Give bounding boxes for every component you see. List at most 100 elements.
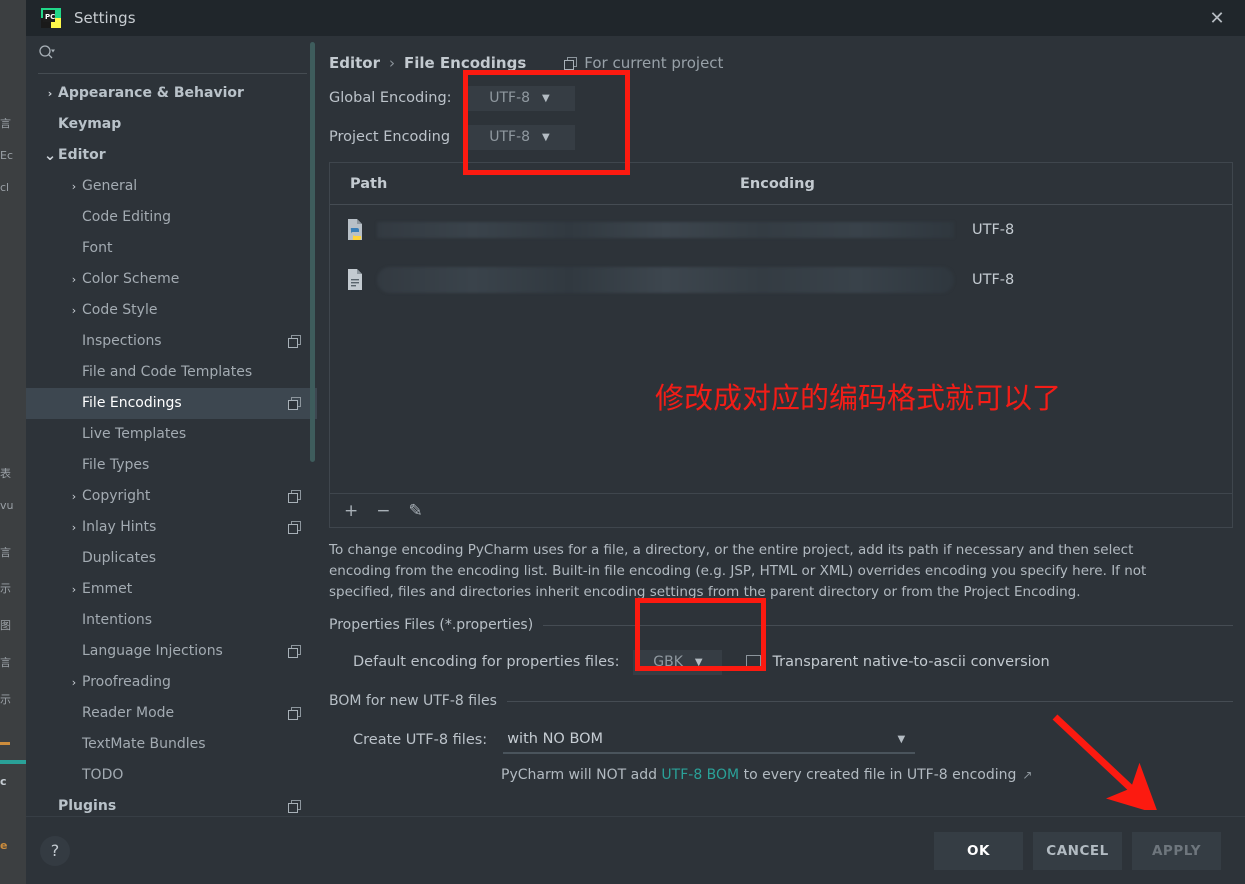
- table-header-row: Path Encoding: [330, 163, 1232, 205]
- external-link-icon[interactable]: ↗: [1022, 768, 1032, 782]
- chevron-right-icon[interactable]: ›: [66, 676, 82, 689]
- copy-settings-icon[interactable]: [288, 799, 301, 813]
- sidebar-item-code-editing[interactable]: Code Editing: [26, 202, 317, 233]
- sidebar-item-label: Intentions: [82, 612, 153, 629]
- properties-encoding-combobox[interactable]: GBK ▼: [633, 649, 723, 675]
- pycharm-logo-icon: PC: [40, 7, 62, 29]
- scope-indicator[interactable]: For current project: [564, 54, 723, 72]
- column-header-path[interactable]: Path: [330, 176, 740, 192]
- column-header-encoding[interactable]: Encoding: [740, 176, 815, 192]
- global-encoding-combobox[interactable]: UTF-8 ▼: [464, 85, 575, 111]
- properties-files-group: Properties Files (*.properties) Default …: [329, 617, 1233, 679]
- sidebar-item-color-scheme[interactable]: › Color Scheme: [26, 264, 317, 295]
- search-icon: [38, 44, 55, 65]
- search-input[interactable]: [63, 47, 283, 63]
- chevron-right-icon[interactable]: ›: [66, 180, 82, 193]
- sidebar-item-reader-mode[interactable]: Reader Mode: [26, 698, 317, 729]
- breadcrumb: Editor › File Encodings For current proj…: [329, 52, 1245, 74]
- python-file-icon: [345, 218, 367, 242]
- sidebar-item-inlay-hints[interactable]: › Inlay Hints: [26, 512, 317, 543]
- bom-group: BOM for new UTF-8 files Create UTF-8 fil…: [329, 693, 1233, 783]
- sidebar-item-keymap[interactable]: Keymap: [26, 109, 317, 140]
- sidebar-item-file-and-code-templates[interactable]: File and Code Templates: [26, 357, 317, 388]
- chevron-right-icon[interactable]: ›: [66, 304, 82, 317]
- bg-fragment: 示: [0, 694, 11, 706]
- create-utf8-files-combobox[interactable]: with NO BOM ▼: [503, 726, 916, 754]
- copy-settings-icon[interactable]: [288, 644, 301, 658]
- sidebar-item-label: Appearance & Behavior: [58, 85, 244, 102]
- breadcrumb-parent[interactable]: Editor: [329, 54, 380, 72]
- help-button[interactable]: ?: [40, 835, 70, 866]
- copy-settings-icon[interactable]: [288, 520, 301, 534]
- add-button[interactable]: +: [344, 501, 358, 521]
- sidebar-item-proofreading[interactable]: › Proofreading: [26, 667, 317, 698]
- sidebar-item-file-encodings[interactable]: File Encodings: [26, 387, 317, 419]
- bom-note-suffix: to every created file in UTF-8 encoding: [739, 767, 1017, 783]
- sidebar-item-plugins[interactable]: Plugins: [26, 791, 317, 816]
- bg-fragment: cl: [0, 182, 10, 194]
- chevron-down-icon[interactable]: ⌄: [42, 148, 58, 163]
- sidebar-item-editor[interactable]: ⌄ Editor: [26, 140, 317, 171]
- sidebar-item-duplicates[interactable]: Duplicates: [26, 543, 317, 574]
- chevron-right-icon[interactable]: ›: [66, 583, 82, 596]
- sidebar-item-font[interactable]: Font: [26, 233, 317, 264]
- sidebar-item-copyright[interactable]: › Copyright: [26, 481, 317, 512]
- cancel-button[interactable]: CANCEL: [1033, 831, 1122, 870]
- close-icon[interactable]: ✕: [1189, 0, 1245, 36]
- apply-button[interactable]: APPLY: [1132, 831, 1221, 870]
- chevron-right-icon[interactable]: ›: [66, 521, 82, 534]
- bg-fragment: 言: [0, 118, 11, 130]
- dialog-body: › Appearance & Behavior Keymap ⌄ Editor › Gene…: [26, 36, 1245, 816]
- sidebar-item-todo[interactable]: TODO: [26, 760, 317, 791]
- text-file-icon: [345, 268, 367, 292]
- table-toolbar: + − ✎: [329, 494, 1233, 528]
- sidebar-item-label: Emmet: [82, 581, 133, 598]
- copy-settings-icon[interactable]: [288, 489, 301, 503]
- properties-group-title: Properties Files (*.properties): [329, 617, 534, 633]
- global-encoding-value: UTF-8: [489, 90, 531, 106]
- redacted-path: [377, 267, 954, 293]
- bg-fragment: 表: [0, 468, 11, 480]
- sidebar-item-textmate-bundles[interactable]: TextMate Bundles: [26, 729, 317, 760]
- sidebar-item-appearance-behavior[interactable]: › Appearance & Behavior: [26, 78, 317, 109]
- edit-button[interactable]: ✎: [409, 501, 423, 521]
- bom-note: PyCharm will NOT add UTF-8 BOM to every …: [329, 767, 1233, 783]
- chevron-down-icon: ▼: [542, 131, 550, 143]
- chevron-right-icon[interactable]: ›: [66, 490, 82, 503]
- copy-settings-icon[interactable]: [288, 396, 301, 410]
- sidebar-item-label: Plugins: [58, 798, 117, 815]
- table-row[interactable]: UTF-8: [330, 255, 1232, 305]
- table-row[interactable]: UTF-8: [330, 205, 1232, 255]
- background-ide-strip: 言 Ec cl 表 vu 言 示 图 言 示 c e: [0, 0, 26, 884]
- utf8-bom-link[interactable]: UTF-8 BOM: [661, 767, 739, 783]
- sidebar-item-general[interactable]: › General: [26, 171, 317, 202]
- transparent-native-to-ascii-checkbox[interactable]: Transparent native-to-ascii conversion: [746, 654, 1050, 670]
- footer-buttons: OK CANCEL APPLY: [934, 831, 1221, 870]
- sidebar-item-inspections[interactable]: Inspections: [26, 326, 317, 357]
- bg-fragment: e: [0, 840, 8, 852]
- copy-settings-icon[interactable]: [288, 334, 301, 348]
- chevron-right-icon[interactable]: ›: [42, 87, 58, 100]
- copy-settings-icon[interactable]: [288, 706, 301, 720]
- row-encoding-value[interactable]: UTF-8: [972, 222, 1014, 238]
- chevron-right-icon[interactable]: ›: [66, 273, 82, 286]
- sidebar-item-label: Reader Mode: [82, 705, 175, 722]
- bg-fragment: c: [0, 776, 7, 788]
- row-encoding-value[interactable]: UTF-8: [972, 272, 1014, 288]
- redacted-path: [377, 222, 954, 238]
- chevron-down-icon: ▼: [694, 656, 703, 668]
- remove-button[interactable]: −: [376, 501, 390, 521]
- sidebar-item-language-injections[interactable]: Language Injections: [26, 636, 317, 667]
- sidebar-item-intentions[interactable]: Intentions: [26, 605, 317, 636]
- settings-sidebar: › Appearance & Behavior Keymap ⌄ Editor › Gene…: [26, 36, 317, 816]
- breadcrumb-separator: ›: [389, 54, 395, 72]
- sidebar-item-live-templates[interactable]: Live Templates: [26, 419, 317, 450]
- encodings-table: Path Encoding UTF-8 UTF-8 修改成对应的编码格式就可以了: [329, 162, 1233, 494]
- project-encoding-combobox[interactable]: UTF-8 ▼: [464, 124, 575, 150]
- ok-button[interactable]: OK: [934, 831, 1023, 870]
- sidebar-scrollbar[interactable]: [310, 42, 315, 462]
- sidebar-item-file-types[interactable]: File Types: [26, 450, 317, 481]
- sidebar-item-code-style[interactable]: › Code Style: [26, 295, 317, 326]
- sidebar-item-emmet[interactable]: › Emmet: [26, 574, 317, 605]
- project-encoding-row: Project Encoding UTF-8 ▼: [329, 122, 1245, 152]
